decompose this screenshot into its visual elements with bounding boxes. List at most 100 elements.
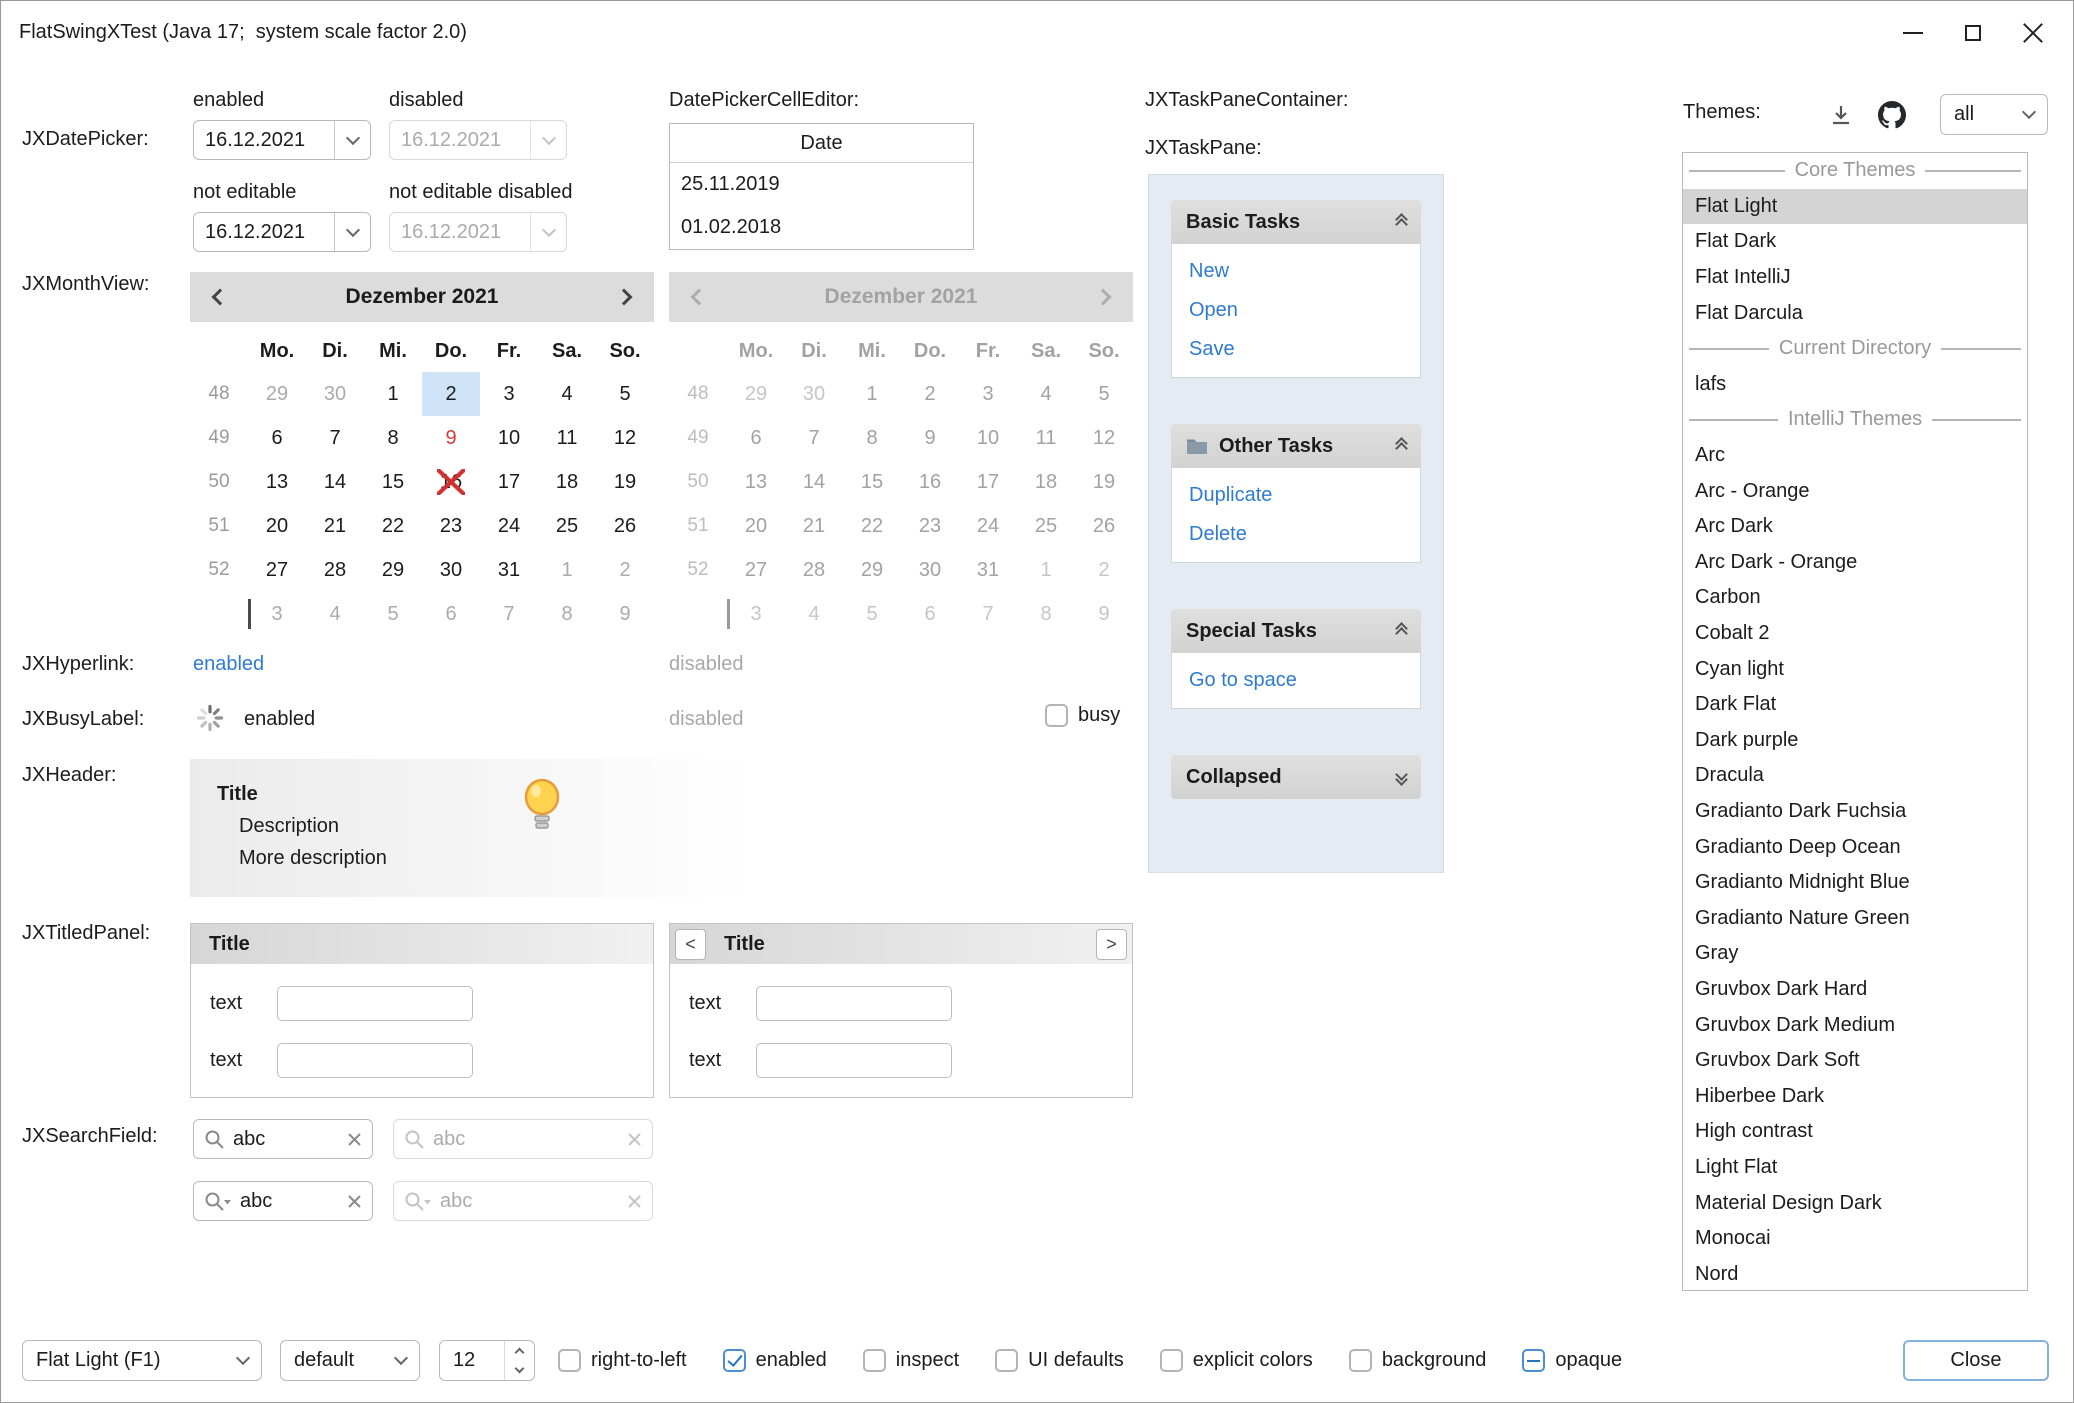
day-cell[interactable]: 4 xyxy=(538,372,596,416)
theme-item[interactable]: Gradianto Dark Fuchsia xyxy=(1683,794,2027,830)
theme-item[interactable]: Gruvbox Dark Hard xyxy=(1683,972,2027,1008)
day-cell[interactable]: 14 xyxy=(306,460,364,504)
style-combo[interactable]: default xyxy=(280,1340,420,1381)
theme-item[interactable]: Flat Dark xyxy=(1683,224,2027,260)
day-cell[interactable]: 9 xyxy=(422,416,480,460)
day-cell[interactable]: 26 xyxy=(596,504,654,548)
option-checkbox[interactable]: background xyxy=(1349,1349,1487,1372)
taskpane-header[interactable]: Basic Tasks xyxy=(1171,200,1421,244)
day-cell[interactable]: 23 xyxy=(422,504,480,548)
day-cell[interactable]: 15 xyxy=(364,460,422,504)
day-cell[interactable]: 6 xyxy=(248,416,306,460)
day-cell[interactable]: 1 xyxy=(364,372,422,416)
day-cell[interactable]: 5 xyxy=(364,592,422,636)
theme-item[interactable]: Gradianto Nature Green xyxy=(1683,900,2027,936)
theme-item[interactable]: Nord xyxy=(1683,1256,2027,1291)
theme-item[interactable]: Core Themes xyxy=(1683,153,2027,189)
day-cell[interactable]: 8 xyxy=(364,416,422,460)
search-field-menu-enabled[interactable] xyxy=(193,1181,373,1221)
day-cell[interactable]: 11 xyxy=(538,416,596,460)
theme-item[interactable]: Flat Darcula xyxy=(1683,295,2027,331)
search-input[interactable] xyxy=(240,1190,339,1213)
day-cell[interactable]: 16 xyxy=(422,460,480,504)
taskpane-link[interactable]: Duplicate xyxy=(1189,482,1403,509)
theme-item[interactable]: lafs xyxy=(1683,367,2027,403)
search-field-enabled[interactable] xyxy=(193,1119,373,1159)
day-cell[interactable]: 1 xyxy=(538,548,596,592)
theme-item[interactable]: Dracula xyxy=(1683,758,2027,794)
day-cell[interactable]: 6 xyxy=(422,592,480,636)
day-cell[interactable]: 13 xyxy=(248,460,306,504)
theme-item[interactable]: Light Flat xyxy=(1683,1150,2027,1186)
datepicker-dropdown-button[interactable] xyxy=(334,121,370,159)
theme-item[interactable]: Arc Dark xyxy=(1683,509,2027,545)
theme-item[interactable]: Arc Dark - Orange xyxy=(1683,545,2027,581)
day-cell[interactable]: 10 xyxy=(480,416,538,460)
taskpane-link[interactable]: Open xyxy=(1189,297,1403,324)
close-button[interactable]: Close xyxy=(1903,1340,2049,1381)
taskpane-header[interactable]: Special Tasks xyxy=(1171,609,1421,653)
text-input[interactable] xyxy=(277,1043,473,1078)
theme-item[interactable]: Gradianto Midnight Blue xyxy=(1683,865,2027,901)
theme-item[interactable]: Flat Light xyxy=(1683,189,2027,225)
font-size-spinner[interactable]: 12 xyxy=(439,1340,535,1381)
maximize-button[interactable] xyxy=(1943,2,2003,64)
option-checkbox[interactable]: enabled xyxy=(723,1349,827,1372)
day-cell[interactable]: 4 xyxy=(306,592,364,636)
option-checkbox[interactable]: opaque xyxy=(1522,1349,1622,1372)
prev-month-icon[interactable] xyxy=(212,289,229,306)
taskpane-link[interactable]: Go to space xyxy=(1189,667,1403,694)
theme-item[interactable]: Cobalt 2 xyxy=(1683,616,2027,652)
datepicker-not-editable[interactable]: 16.12.2021 xyxy=(193,212,371,252)
day-cell[interactable]: 9 xyxy=(596,592,654,636)
search-menu-icon[interactable] xyxy=(204,1191,232,1212)
text-input[interactable] xyxy=(756,986,952,1021)
day-cell[interactable]: 2 xyxy=(422,372,480,416)
day-cell[interactable]: 7 xyxy=(306,416,364,460)
hyperlink-enabled[interactable]: enabled xyxy=(193,653,264,676)
panel-next-button[interactable]: > xyxy=(1096,929,1127,960)
option-checkbox[interactable]: explicit colors xyxy=(1160,1349,1313,1372)
theme-item[interactable]: Hiberbee Dark xyxy=(1683,1078,2027,1114)
theme-item[interactable]: Current Directory xyxy=(1683,331,2027,367)
laf-combo[interactable]: Flat Light (F1) xyxy=(22,1340,262,1381)
theme-item[interactable]: Flat IntelliJ xyxy=(1683,260,2027,296)
theme-item[interactable]: Dark purple xyxy=(1683,723,2027,759)
day-cell[interactable]: 12 xyxy=(596,416,654,460)
day-cell[interactable]: 18 xyxy=(538,460,596,504)
theme-item[interactable]: IntelliJ Themes xyxy=(1683,402,2027,438)
taskpane-link[interactable]: Delete xyxy=(1189,521,1403,548)
spinner-value[interactable]: 12 xyxy=(440,1341,504,1380)
theme-item[interactable]: Carbon xyxy=(1683,580,2027,616)
next-month-icon[interactable] xyxy=(616,289,633,306)
table-cell[interactable]: 01.02.2018 xyxy=(670,206,973,249)
theme-item[interactable]: Material Design Dark xyxy=(1683,1185,2027,1221)
day-cell[interactable]: 30 xyxy=(306,372,364,416)
theme-item[interactable]: High contrast xyxy=(1683,1114,2027,1150)
day-cell[interactable]: 27 xyxy=(248,548,306,592)
day-cell[interactable]: 7 xyxy=(480,592,538,636)
day-cell[interactable]: 29 xyxy=(248,372,306,416)
theme-item[interactable]: Monocai xyxy=(1683,1221,2027,1257)
day-cell[interactable]: 24 xyxy=(480,504,538,548)
day-cell[interactable]: 28 xyxy=(306,548,364,592)
theme-item[interactable]: Gradianto Deep Ocean xyxy=(1683,829,2027,865)
day-cell[interactable]: 5 xyxy=(596,372,654,416)
theme-item[interactable]: Gruvbox Dark Medium xyxy=(1683,1007,2027,1043)
window-close-button[interactable] xyxy=(2003,2,2063,64)
datepicker-enabled[interactable]: 16.12.2021 xyxy=(193,120,371,160)
theme-item[interactable]: Arc xyxy=(1683,438,2027,474)
day-cell[interactable]: 17 xyxy=(480,460,538,504)
day-cell[interactable]: 3 xyxy=(480,372,538,416)
spinner-up-button[interactable] xyxy=(505,1341,534,1361)
search-input[interactable] xyxy=(233,1128,339,1151)
option-checkbox[interactable]: UI defaults xyxy=(995,1349,1124,1372)
minimize-button[interactable] xyxy=(1883,2,1943,64)
day-cell[interactable]: 21 xyxy=(306,504,364,548)
day-cell[interactable]: 31 xyxy=(480,548,538,592)
theme-item[interactable]: Cyan light xyxy=(1683,651,2027,687)
download-button[interactable] xyxy=(1825,99,1857,131)
themes-filter-combo[interactable]: all xyxy=(1940,94,2048,135)
day-cell[interactable]: 29 xyxy=(364,548,422,592)
monthview-enabled[interactable]: Dezember 2021 Mo.Di.Mi.Do.Fr.Sa.So. 48 2… xyxy=(190,272,654,636)
